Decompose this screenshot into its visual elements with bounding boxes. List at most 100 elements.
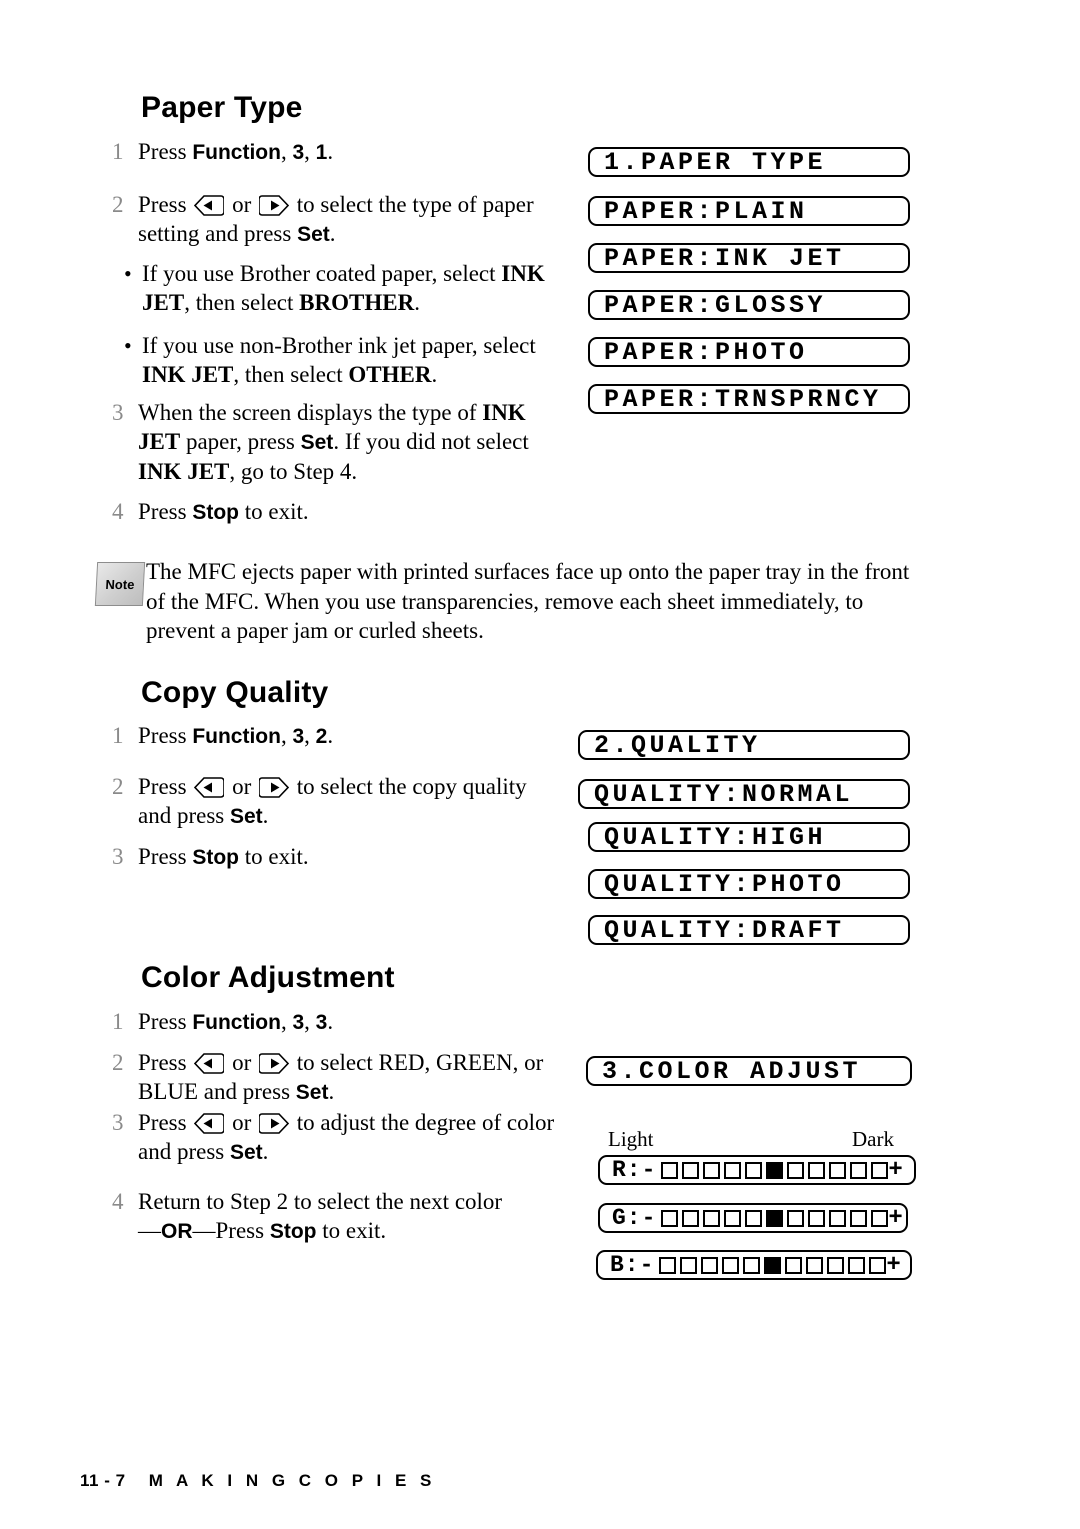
section-title-paper-type: Paper Type xyxy=(141,91,303,124)
color-bar-blue: B: - + xyxy=(596,1250,912,1280)
step-number: 4 xyxy=(112,1189,124,1214)
color-bar-cell xyxy=(829,1209,847,1227)
color-bar-cell xyxy=(829,1161,847,1179)
color-bar-cell xyxy=(850,1161,868,1179)
step-number: 1 xyxy=(112,723,124,748)
step-item: 3 Press Stop to exit. xyxy=(112,842,532,872)
lcd-display: QUALITY:PHOTO xyxy=(588,869,910,899)
right-arrow-key-icon xyxy=(258,777,289,798)
color-bar-cells xyxy=(661,1209,889,1227)
color-bar-cells xyxy=(661,1161,889,1179)
footer-page-number: 11 - 7 xyxy=(80,1471,126,1490)
lcd-display: PAPER:PLAIN xyxy=(588,196,910,226)
step-number: 3 xyxy=(112,400,124,425)
color-bar-cell-selected xyxy=(766,1161,784,1179)
left-arrow-key-icon xyxy=(194,195,225,216)
step-text: Press or to select the type of paper set… xyxy=(138,192,534,246)
lcd-display: PAPER:PHOTO xyxy=(588,337,910,367)
step-number: 2 xyxy=(112,192,124,217)
scale-label-light: Light xyxy=(608,1127,654,1151)
step-text: Press or to adjust the degree of color a… xyxy=(138,1110,555,1164)
note-badge-label: Note xyxy=(105,576,135,592)
step-item: 1 Press Function, 3, 3. xyxy=(112,1007,532,1037)
color-bar-cell xyxy=(661,1209,679,1227)
color-bar-cell xyxy=(808,1161,826,1179)
lcd-display: PAPER:INK JET xyxy=(588,243,910,273)
bullet-text: If you use non-Brother ink jet paper, se… xyxy=(142,333,536,387)
step-number: 1 xyxy=(112,139,124,164)
color-bar-cell xyxy=(743,1256,761,1274)
step-item: 1 Press Function, 3, 1. xyxy=(112,137,532,167)
note-badge-icon: Note xyxy=(94,562,146,606)
section-title-copy-quality: Copy Quality xyxy=(141,676,329,709)
color-bar-cell xyxy=(827,1256,845,1274)
lcd-display: 3.COLOR ADJUST xyxy=(586,1056,912,1086)
step-item: 2 Press or to select RED, GREEN, or BLUE… xyxy=(112,1048,552,1107)
color-bar-label: G: xyxy=(612,1205,642,1231)
color-bar-red: R: - + xyxy=(598,1155,916,1185)
color-bar-cell xyxy=(659,1256,677,1274)
color-bar-plus: + xyxy=(888,1156,903,1184)
step-item: 4 Press Stop to exit. xyxy=(112,497,532,527)
lcd-display: QUALITY:DRAFT xyxy=(588,915,910,945)
color-bar-plus: + xyxy=(886,1251,901,1279)
color-bar-cell xyxy=(869,1256,887,1274)
right-arrow-key-icon xyxy=(258,1113,289,1134)
color-bar-cell xyxy=(703,1209,721,1227)
step-item: 3 When the screen displays the type of I… xyxy=(112,398,562,486)
color-bar-cell xyxy=(787,1161,805,1179)
scale-label-dark: Dark xyxy=(852,1127,894,1151)
lcd-display: PAPER:TRNSPRNCY xyxy=(588,384,910,414)
color-bar-minus: - xyxy=(639,1252,654,1278)
color-bar-cell xyxy=(785,1256,803,1274)
step-number: 4 xyxy=(112,499,124,524)
footer-chapter: M A K I N G C O P I E S xyxy=(148,1471,436,1490)
step-text: Press Stop to exit. xyxy=(138,499,309,524)
color-bar-minus: - xyxy=(641,1205,656,1231)
color-bar-cell xyxy=(871,1209,889,1227)
step-text: Press or to select the copy quality and … xyxy=(138,774,527,828)
color-bar-cell xyxy=(701,1256,719,1274)
step-number: 2 xyxy=(112,1050,124,1075)
color-bar-green: G: - + xyxy=(598,1203,908,1233)
color-bar-cell xyxy=(724,1209,742,1227)
step-item: 3 Press or to adjust the degree of color… xyxy=(112,1108,562,1167)
color-bar-cell xyxy=(745,1161,763,1179)
color-bar-cell xyxy=(871,1161,889,1179)
color-bar-cell xyxy=(722,1256,740,1274)
left-arrow-key-icon xyxy=(194,1053,225,1074)
color-bar-cell xyxy=(703,1161,721,1179)
color-bar-cell-selected xyxy=(766,1209,784,1227)
section-title-color-adjustment: Color Adjustment xyxy=(141,961,395,994)
color-bar-cell xyxy=(661,1161,679,1179)
step-number: 1 xyxy=(112,1009,124,1034)
step-text: Return to Step 2 to select the next colo… xyxy=(138,1189,503,1243)
color-bar-cell xyxy=(682,1209,700,1227)
lcd-display: PAPER:GLOSSY xyxy=(588,290,910,320)
color-bar-cell xyxy=(848,1256,866,1274)
color-bar-minus: - xyxy=(641,1157,656,1183)
right-arrow-key-icon xyxy=(258,195,289,216)
color-bar-cell-selected xyxy=(764,1256,782,1274)
step-text: When the screen displays the type of INK… xyxy=(138,400,529,484)
color-bar-cell xyxy=(808,1209,826,1227)
note-text: The MFC ejects paper with printed surfac… xyxy=(146,559,910,643)
step-text: Press Stop to exit. xyxy=(138,844,309,869)
lcd-display: 2.QUALITY xyxy=(578,730,910,760)
step-text: Press Function, 3, 3. xyxy=(138,1009,334,1034)
lcd-display: QUALITY:HIGH xyxy=(588,822,910,852)
bullet-text: If you use Brother coated paper, select … xyxy=(142,261,545,315)
step-item: 2 Press or to select the copy quality an… xyxy=(112,772,542,831)
step-item: 1 Press Function, 3, 2. xyxy=(112,721,532,751)
lcd-display: 1.PAPER TYPE xyxy=(588,147,910,177)
step-item: 4 Return to Step 2 to select the next co… xyxy=(112,1187,582,1246)
step-number: 3 xyxy=(112,844,124,869)
color-bar-label: R: xyxy=(612,1157,642,1183)
color-bar-cell xyxy=(787,1209,805,1227)
color-bar-cell xyxy=(682,1161,700,1179)
bullet-item: • If you use Brother coated paper, selec… xyxy=(118,259,558,317)
bullet-marker: • xyxy=(124,261,132,286)
color-bar-cell xyxy=(724,1161,742,1179)
bullet-item: • If you use non-Brother ink jet paper, … xyxy=(118,331,558,389)
step-text: Press Function, 3, 1. xyxy=(138,139,334,164)
